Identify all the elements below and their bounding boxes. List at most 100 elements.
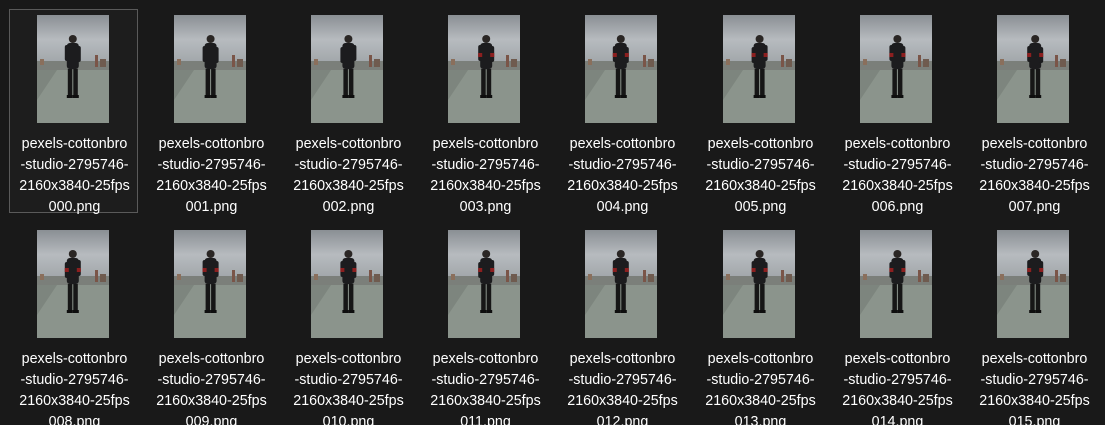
file-name-line: -studio-2795746- xyxy=(20,372,129,388)
thumbnail-image xyxy=(723,230,795,338)
file-name-label: pexels-cottonbro -studio-2795746- 2160x384… xyxy=(833,134,962,218)
file-thumbnail xyxy=(860,15,932,123)
file-thumbnail xyxy=(723,15,795,123)
file-item[interactable]: pexels-cottonbro -studio-2795746- 2160x384… xyxy=(146,224,275,425)
file-thumbnail xyxy=(585,15,657,123)
file-name-line: -studio-2795746- xyxy=(843,372,952,388)
file-name-line: -studio-2795746- xyxy=(980,372,1089,388)
thumbnail-image xyxy=(311,15,383,123)
file-name-line: 2160x3840-25fps xyxy=(842,178,953,194)
file-name-label: pexels-cottonbro -studio-2795746- 2160x384… xyxy=(284,134,413,218)
file-item[interactable]: pexels-cottonbro -studio-2795746- 2160x384… xyxy=(9,224,138,425)
thumbnail-image xyxy=(37,15,109,123)
file-item[interactable]: pexels-cottonbro -studio-2795746- 2160x384… xyxy=(420,9,549,215)
file-name-line: pexels-cottonbro xyxy=(707,351,814,367)
file-thumbnail xyxy=(311,230,383,338)
file-item[interactable]: pexels-cottonbro -studio-2795746- 2160x384… xyxy=(695,9,824,215)
file-name-line: 006.png xyxy=(871,199,924,215)
file-name-line: 2160x3840-25fps xyxy=(19,178,130,194)
file-name-line: 015.png xyxy=(1008,414,1061,425)
file-thumbnail xyxy=(311,15,383,123)
file-item[interactable]: pexels-cottonbro -studio-2795746- 2160x384… xyxy=(9,9,138,215)
file-name-line: 007.png xyxy=(1008,199,1061,215)
file-item[interactable]: pexels-cottonbro -studio-2795746- 2160x384… xyxy=(283,224,412,425)
file-item[interactable]: pexels-cottonbro -studio-2795746- 2160x384… xyxy=(283,9,412,215)
file-name-line: 2160x3840-25fps xyxy=(293,393,404,409)
file-item[interactable]: pexels-cottonbro -studio-2795746- 2160x384… xyxy=(969,9,1098,215)
file-name-line: 011.png xyxy=(460,414,511,425)
file-name-label: pexels-cottonbro -studio-2795746- 2160x384… xyxy=(970,349,1099,425)
thumbnail-image xyxy=(997,230,1069,338)
file-name-line: 2160x3840-25fps xyxy=(705,178,816,194)
file-name-line: -studio-2795746- xyxy=(568,372,677,388)
thumbnail-image xyxy=(997,15,1069,123)
file-name-line: 012.png xyxy=(596,414,649,425)
file-name-line: pexels-cottonbro xyxy=(981,351,1088,367)
thumbnail-image xyxy=(723,15,795,123)
file-item[interactable]: pexels-cottonbro -studio-2795746- 2160x384… xyxy=(146,9,275,215)
file-name-line: pexels-cottonbro xyxy=(707,136,814,152)
file-item[interactable]: pexels-cottonbro -studio-2795746- 2160x384… xyxy=(832,9,961,215)
file-thumbnail xyxy=(37,15,109,123)
file-name-label: pexels-cottonbro -studio-2795746- 2160x384… xyxy=(147,134,276,218)
file-name-line: pexels-cottonbro xyxy=(432,351,539,367)
file-name-line: pexels-cottonbro xyxy=(844,351,951,367)
file-name-line: -studio-2795746- xyxy=(157,157,266,173)
thumbnail-image xyxy=(174,15,246,123)
file-name-line: pexels-cottonbro xyxy=(295,136,402,152)
file-name-line: pexels-cottonbro xyxy=(569,351,676,367)
thumbnail-image xyxy=(860,230,932,338)
file-item[interactable]: pexels-cottonbro -studio-2795746- 2160x384… xyxy=(832,224,961,425)
file-name-label: pexels-cottonbro -studio-2795746- 2160x384… xyxy=(421,349,550,425)
file-name-line: 2160x3840-25fps xyxy=(156,393,267,409)
file-name-line: -studio-2795746- xyxy=(431,157,540,173)
file-name-label: pexels-cottonbro -studio-2795746- 2160x384… xyxy=(10,349,139,425)
file-name-line: -studio-2795746- xyxy=(294,157,403,173)
file-name-label: pexels-cottonbro -studio-2795746- 2160x384… xyxy=(421,134,550,218)
file-name-line: -studio-2795746- xyxy=(980,157,1089,173)
file-name-label: pexels-cottonbro -studio-2795746- 2160x384… xyxy=(833,349,962,425)
file-name-line: -studio-2795746- xyxy=(157,372,266,388)
file-name-line: 009.png xyxy=(185,414,238,425)
file-name-line: -studio-2795746- xyxy=(706,157,815,173)
file-name-line: 2160x3840-25fps xyxy=(156,178,267,194)
file-thumbnail xyxy=(37,230,109,338)
thumbnail-image xyxy=(37,230,109,338)
file-name-line: 2160x3840-25fps xyxy=(430,393,541,409)
file-name-line: pexels-cottonbro xyxy=(21,136,128,152)
file-name-line: 2160x3840-25fps xyxy=(705,393,816,409)
file-name-line: 014.png xyxy=(871,414,924,425)
file-name-label: pexels-cottonbro -studio-2795746- 2160x384… xyxy=(970,134,1099,218)
file-thumbnail xyxy=(448,230,520,338)
file-thumbnail xyxy=(723,230,795,338)
thumbnail-image xyxy=(585,230,657,338)
file-name-line: 2160x3840-25fps xyxy=(19,393,130,409)
file-name-line: 2160x3840-25fps xyxy=(430,178,541,194)
file-name-line: 001.png xyxy=(185,199,238,215)
file-name-line: 2160x3840-25fps xyxy=(842,393,953,409)
file-thumbnail xyxy=(448,15,520,123)
file-thumbnail xyxy=(997,230,1069,338)
file-thumbnail xyxy=(585,230,657,338)
file-name-label: pexels-cottonbro -studio-2795746- 2160x384… xyxy=(558,349,687,425)
file-name-line: pexels-cottonbro xyxy=(21,351,128,367)
file-name-label: pexels-cottonbro -studio-2795746- 2160x384… xyxy=(558,134,687,218)
file-name-label: pexels-cottonbro -studio-2795746- 2160x384… xyxy=(284,349,413,425)
file-item[interactable]: pexels-cottonbro -studio-2795746- 2160x384… xyxy=(557,9,686,215)
file-item[interactable]: pexels-cottonbro -studio-2795746- 2160x384… xyxy=(557,224,686,425)
file-name-line: pexels-cottonbro xyxy=(295,351,402,367)
file-item[interactable]: pexels-cottonbro -studio-2795746- 2160x384… xyxy=(969,224,1098,425)
file-item[interactable]: pexels-cottonbro -studio-2795746- 2160x384… xyxy=(695,224,824,425)
file-thumbnail xyxy=(997,15,1069,123)
file-thumbnail xyxy=(174,230,246,338)
file-name-line: pexels-cottonbro xyxy=(981,136,1088,152)
file-thumbnail xyxy=(860,230,932,338)
file-name-label: pexels-cottonbro -studio-2795746- 2160x384… xyxy=(10,134,139,218)
file-name-line: 2160x3840-25fps xyxy=(293,178,404,194)
file-name-line: 2160x3840-25fps xyxy=(567,178,678,194)
file-name-line: pexels-cottonbro xyxy=(158,351,265,367)
file-name-line: 000.png xyxy=(48,199,101,215)
file-name-line: pexels-cottonbro xyxy=(844,136,951,152)
file-name-line: 004.png xyxy=(596,199,649,215)
file-item[interactable]: pexels-cottonbro -studio-2795746- 2160x384… xyxy=(420,224,549,425)
